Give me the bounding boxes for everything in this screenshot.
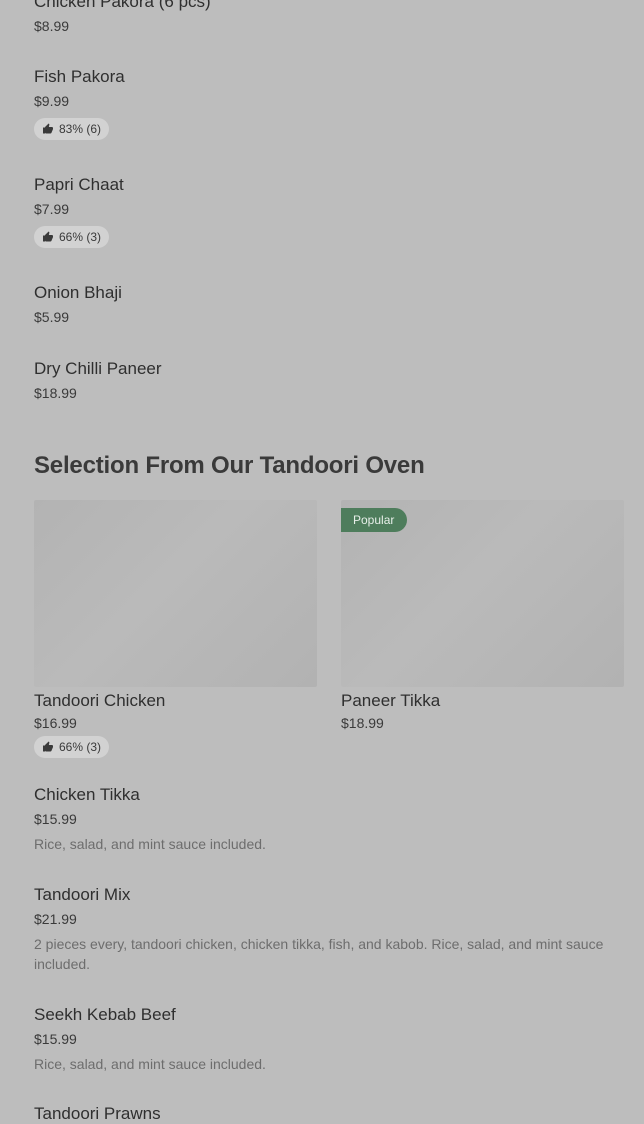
rating-text: 66% (3) xyxy=(59,740,102,754)
item-price: $8.99 xyxy=(34,18,70,34)
item-price: $9.99 xyxy=(34,93,70,109)
item-image: Popular xyxy=(341,500,624,687)
item-name: Onion Bhaji xyxy=(34,283,122,302)
menu-item-tandoori-mix[interactable]: Tandoori Mix $21.99 2 pieces every, tand… xyxy=(34,885,624,974)
menu-item-papri-chaat[interactable]: Papri Chaat $7.99 66% (3) xyxy=(34,175,624,248)
item-name: Paneer Tikka xyxy=(341,691,441,710)
item-price: $18.99 xyxy=(34,385,77,401)
item-price: $21.99 xyxy=(34,911,77,927)
item-price: $16.99 xyxy=(34,715,77,731)
item-price: $7.99 xyxy=(34,201,70,217)
item-price: $15.99 xyxy=(34,811,77,827)
menu-item-fish-pakora[interactable]: Fish Pakora $9.99 83% (6) xyxy=(34,67,624,140)
rating-text: 66% (3) xyxy=(59,230,102,244)
item-name: Chicken Pakora (6 pcs) xyxy=(34,0,211,11)
item-description: Rice, salad, and mint sauce included. xyxy=(34,1056,266,1072)
item-name: Tandoori Prawns xyxy=(34,1104,161,1123)
menu-item-tandoori-prawns[interactable]: Tandoori Prawns xyxy=(34,1104,624,1124)
rating-badge: 83% (6) xyxy=(34,118,110,140)
item-description: 2 pieces every, tandoori chicken, chicke… xyxy=(34,936,604,972)
item-description: Rice, salad, and mint sauce included. xyxy=(34,836,266,852)
thumbs-up-icon xyxy=(43,231,53,242)
section-title: Selection From Our Tandoori Oven xyxy=(34,452,425,479)
item-name: Dry Chilli Paneer xyxy=(34,359,162,378)
popular-badge: Popular xyxy=(341,508,408,532)
item-price: $5.99 xyxy=(34,309,70,325)
rating-text: 83% (6) xyxy=(59,122,102,136)
item-name: Tandoori Chicken xyxy=(34,691,166,710)
item-price: $15.99 xyxy=(34,1031,77,1047)
menu-item-onion-bhaji[interactable]: Onion Bhaji $5.99 xyxy=(34,283,624,326)
rating-badge: 66% (3) xyxy=(34,226,110,248)
menu-item-dry-chilli-paneer[interactable]: Dry Chilli Paneer $18.99 xyxy=(34,359,624,402)
rating-badge: 66% (3) xyxy=(34,736,110,758)
menu-item-seekh-kebab-beef[interactable]: Seekh Kebab Beef $15.99 Rice, salad, and… xyxy=(34,1005,624,1074)
item-image xyxy=(34,500,317,687)
menu-card-paneer-tikka[interactable]: Popular Paneer Tikka $18.99 xyxy=(341,500,624,732)
item-name: Tandoori Mix xyxy=(34,885,131,904)
menu-item-chicken-tikka[interactable]: Chicken Tikka $15.99 Rice, salad, and mi… xyxy=(34,785,624,854)
thumbs-up-icon xyxy=(43,741,53,752)
menu-item-chicken-pakora[interactable]: Chicken Pakora (6 pcs) $8.99 xyxy=(34,0,624,35)
item-name: Fish Pakora xyxy=(34,67,125,86)
item-name: Papri Chaat xyxy=(34,175,124,194)
item-name: Chicken Tikka xyxy=(34,785,140,804)
thumbs-up-icon xyxy=(43,123,53,134)
menu-card-tandoori-chicken[interactable]: Tandoori Chicken $16.99 66% (3) xyxy=(34,500,317,758)
item-name: Seekh Kebab Beef xyxy=(34,1005,176,1024)
item-price: $18.99 xyxy=(341,715,384,731)
